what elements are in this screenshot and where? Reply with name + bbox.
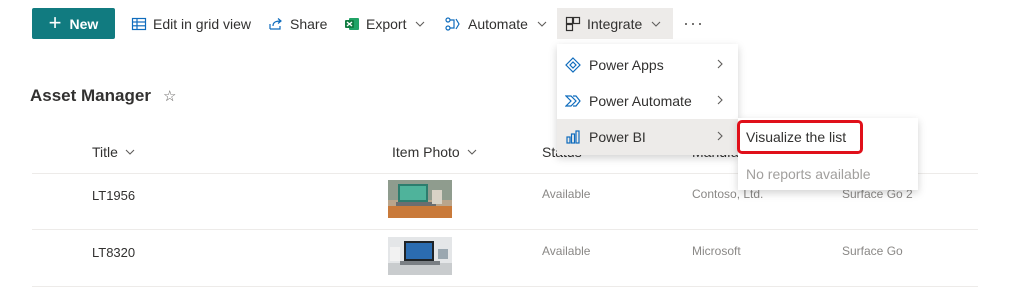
row-divider — [32, 286, 978, 287]
plus-icon: + — [48, 9, 62, 35]
cell-model[interactable]: Surface Go — [842, 244, 903, 258]
power-automate-icon — [565, 95, 581, 107]
power-bi-icon — [566, 130, 580, 144]
cell-title[interactable]: LT1956 — [92, 188, 135, 203]
share-button[interactable]: Share — [268, 8, 327, 39]
laptop-photo — [388, 180, 452, 218]
list-title: Asset Manager — [30, 86, 151, 105]
export-button[interactable]: Export — [344, 8, 426, 39]
export-label: Export — [366, 15, 407, 32]
new-button-label: New — [69, 15, 99, 32]
column-header-item-photo[interactable]: Item Photo — [392, 144, 478, 160]
cell-status[interactable]: Available — [542, 244, 590, 258]
integrate-menu: Power Apps Power Automate Power BI — [557, 44, 738, 155]
command-bar: + New Edit in grid view Share Export Aut… — [0, 0, 1033, 46]
automate-icon — [445, 16, 460, 31]
page-title: Asset Manager ☆ — [30, 86, 176, 106]
row-divider — [32, 229, 978, 230]
integrate-label: Integrate — [587, 15, 643, 32]
integrate-icon — [565, 16, 581, 31]
cell-title[interactable]: LT8320 — [92, 245, 135, 260]
edit-in-grid-view-label: Edit in grid view — [153, 15, 252, 32]
no-reports-label: No reports available — [746, 166, 871, 182]
cell-manufacturer[interactable]: Microsoft — [692, 244, 741, 258]
chevron-down-icon — [537, 21, 547, 27]
more-options-button[interactable]: ··· — [683, 8, 704, 39]
item-photo-thumbnail[interactable] — [388, 180, 452, 218]
grid-icon — [131, 17, 147, 30]
column-header-title[interactable]: Title — [92, 144, 136, 160]
no-reports-item: No reports available — [738, 156, 918, 192]
new-button[interactable]: + New — [32, 8, 115, 39]
laptop-photo — [388, 237, 452, 275]
item-photo-thumbnail[interactable] — [388, 237, 452, 275]
integrate-button[interactable]: Integrate — [557, 8, 673, 39]
chevron-right-icon — [717, 95, 723, 105]
callout-highlight-box — [737, 120, 863, 154]
menu-item-power-apps-label: Power Apps — [589, 57, 664, 73]
cell-status[interactable]: Available — [542, 187, 590, 201]
automate-label: Automate — [468, 15, 528, 32]
share-icon — [269, 17, 282, 30]
favorite-star-icon[interactable]: ☆ — [163, 87, 176, 105]
menu-item-power-apps[interactable]: Power Apps — [557, 47, 738, 83]
automate-button[interactable]: Automate — [444, 8, 548, 39]
more-icon: ··· — [683, 13, 704, 33]
column-header-item-photo-label: Item Photo — [392, 144, 460, 160]
menu-item-power-automate-label: Power Automate — [589, 93, 692, 109]
chevron-down-icon — [467, 149, 477, 155]
chevron-right-icon — [717, 131, 723, 141]
chevron-down-icon — [651, 21, 661, 27]
menu-item-power-bi[interactable]: Power BI — [557, 119, 738, 155]
chevron-down-icon — [416, 21, 425, 27]
edit-in-grid-view-button[interactable]: Edit in grid view — [131, 8, 251, 39]
chevron-right-icon — [717, 59, 723, 69]
menu-item-power-automate[interactable]: Power Automate — [557, 83, 738, 119]
share-label: Share — [290, 15, 328, 32]
power-apps-icon — [565, 57, 581, 73]
excel-icon — [345, 17, 359, 30]
chevron-down-icon — [125, 149, 135, 155]
menu-item-power-bi-label: Power BI — [589, 129, 646, 145]
column-header-title-label: Title — [92, 144, 118, 160]
